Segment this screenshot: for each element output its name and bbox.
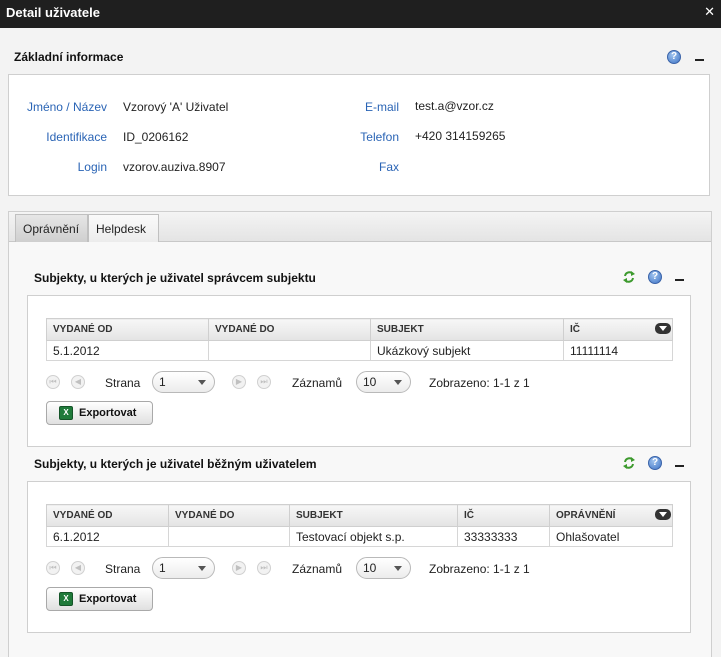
page-select-value: 1	[159, 561, 166, 575]
name-value: Vzorový 'A' Uživatel	[123, 100, 229, 114]
phone-label: Telefon	[360, 130, 399, 144]
admin-subjects-box: VYDANÉ OD VYDANÉ DO SUBJEKT IČ 5.1.2012 …	[27, 295, 691, 447]
admin-subjects-title: Subjekty, u kterých je uživatel správcem…	[34, 271, 316, 285]
page-select-value: 1	[159, 375, 166, 389]
next-page-icon[interactable]: ▶	[232, 561, 246, 575]
table-cell: Testovací objekt s.p.	[289, 526, 458, 547]
basic-info-title: Základní informace	[14, 50, 124, 64]
chevron-down-icon	[394, 566, 402, 571]
table-row[interactable]: 6.1.2012 Testovací objekt s.p. 33333333 …	[46, 526, 673, 547]
fax-label: Fax	[378, 160, 399, 174]
export-button[interactable]: X Exportovat	[46, 587, 153, 611]
excel-icon: X	[59, 406, 73, 420]
help-icon[interactable]: ?	[667, 50, 681, 64]
table-cell	[168, 526, 290, 547]
column-header[interactable]: VYDANÉ DO	[208, 318, 371, 341]
table-header-row: VYDANÉ OD VYDANÉ DO SUBJEKT IČ	[46, 318, 673, 341]
tab-bar: Oprávnění Helpdesk	[9, 212, 711, 242]
collapse-icon[interactable]	[675, 279, 684, 281]
records-shown: Zobrazeno: 1-1 z 1	[429, 562, 530, 576]
tabs-panel: Oprávnění Helpdesk Subjekty, u kterých j…	[8, 211, 712, 657]
table-cell: 5.1.2012	[46, 340, 209, 361]
export-button[interactable]: X Exportovat	[46, 401, 153, 425]
window-title: Detail uživatele	[6, 5, 100, 20]
column-header[interactable]: SUBJEKT	[370, 318, 564, 341]
last-page-icon[interactable]: ⏭	[257, 561, 271, 575]
chevron-down-icon	[198, 566, 206, 571]
records-select[interactable]: 10	[356, 371, 411, 393]
first-page-icon[interactable]: ⏮	[46, 561, 60, 575]
column-header[interactable]: VYDANÉ OD	[46, 504, 169, 527]
id-label: Identifikace	[46, 130, 107, 144]
email-value: test.a@vzor.cz	[415, 99, 494, 113]
table-cell: 33333333	[457, 526, 550, 547]
dialog-content: Základní informace ? Jméno / Název Vzoro…	[0, 28, 721, 657]
help-icon[interactable]: ?	[648, 270, 662, 284]
table-cell: Ukázkový subjekt	[370, 340, 564, 361]
collapse-icon[interactable]	[695, 59, 704, 61]
user-subjects-title: Subjekty, u kterých je uživatel běžným u…	[34, 457, 317, 471]
phone-value: +420 314159265	[415, 129, 506, 143]
login-label: Login	[77, 160, 107, 174]
column-header[interactable]: IČ	[457, 504, 550, 527]
id-value: ID_0206162	[123, 130, 189, 144]
records-label: Záznamů	[292, 376, 343, 390]
table-row[interactable]: 5.1.2012 Ukázkový subjekt 11111114	[46, 340, 673, 361]
refresh-icon[interactable]	[622, 270, 636, 284]
column-menu-icon[interactable]	[655, 323, 671, 334]
user-subjects-box: VYDANÉ OD VYDANÉ DO SUBJEKT IČ OPRÁVNĚNÍ…	[27, 481, 691, 633]
table-cell: 11111114	[563, 340, 673, 361]
prev-page-icon[interactable]: ◀	[71, 561, 85, 575]
admin-subjects-table: VYDANÉ OD VYDANÉ DO SUBJEKT IČ 5.1.2012 …	[46, 318, 673, 361]
chevron-down-icon	[394, 380, 402, 385]
login-value: vzorov.auziva.8907	[123, 160, 226, 174]
tab-helpdesk[interactable]: Helpdesk	[88, 214, 159, 242]
table-cell: 6.1.2012	[46, 526, 169, 547]
column-menu-icon[interactable]	[655, 509, 671, 520]
table-cell: Ohlašovatel	[549, 526, 673, 547]
export-button-label: Exportovat	[79, 407, 137, 419]
prev-page-icon[interactable]: ◀	[71, 375, 85, 389]
basic-info-panel: Jméno / Název Vzorový 'A' Uživatel Ident…	[8, 74, 710, 196]
page-select[interactable]: 1	[152, 371, 215, 393]
help-icon[interactable]: ?	[648, 456, 662, 470]
records-select[interactable]: 10	[356, 557, 411, 579]
collapse-icon[interactable]	[675, 465, 684, 467]
page-label: Strana	[105, 562, 141, 576]
user-subjects-table: VYDANÉ OD VYDANÉ DO SUBJEKT IČ OPRÁVNĚNÍ…	[46, 504, 673, 547]
page-select[interactable]: 1	[152, 557, 215, 579]
chevron-down-icon	[198, 380, 206, 385]
email-label: E-mail	[364, 100, 399, 114]
refresh-icon[interactable]	[622, 456, 636, 470]
tab-opravneni[interactable]: Oprávnění	[15, 214, 88, 242]
excel-icon: X	[59, 592, 73, 606]
table-cell	[208, 340, 371, 361]
column-header[interactable]: SUBJEKT	[289, 504, 458, 527]
next-page-icon[interactable]: ▶	[232, 375, 246, 389]
records-select-value: 10	[363, 561, 377, 575]
first-page-icon[interactable]: ⏮	[46, 375, 60, 389]
title-bar: Detail uživatele ✕	[0, 0, 721, 28]
export-button-label: Exportovat	[79, 593, 137, 605]
table-header-row: VYDANÉ OD VYDANÉ DO SUBJEKT IČ OPRÁVNĚNÍ	[46, 504, 673, 527]
column-header[interactable]: VYDANÉ DO	[168, 504, 290, 527]
name-label: Jméno / Název	[26, 100, 107, 114]
column-header[interactable]: VYDANÉ OD	[46, 318, 209, 341]
records-label: Záznamů	[292, 562, 343, 576]
last-page-icon[interactable]: ⏭	[257, 375, 271, 389]
close-icon[interactable]: ✕	[704, 4, 715, 20]
records-shown: Zobrazeno: 1-1 z 1	[429, 376, 530, 390]
records-select-value: 10	[363, 375, 377, 389]
page-label: Strana	[105, 376, 141, 390]
